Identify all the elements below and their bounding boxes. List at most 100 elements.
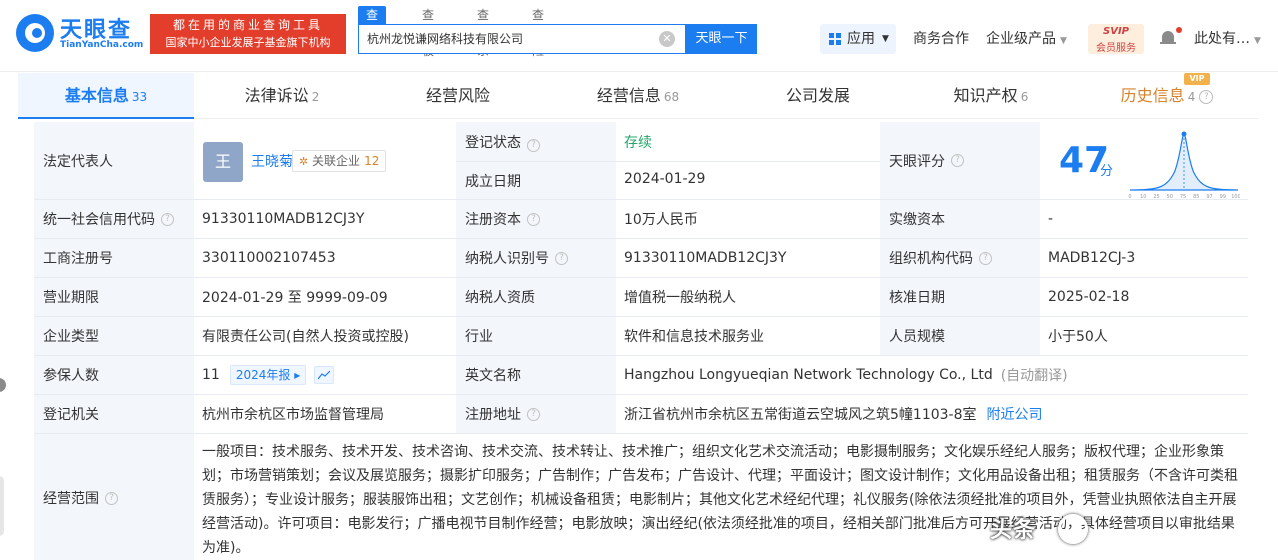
tab-operation[interactable]: 经营信息 68 [546,73,730,119]
annual-report-link[interactable]: 2024年报 ▸ [229,365,307,385]
address-value: 浙江省杭州市余杭区五常街道云空城风之筑5幢1103-8室 [624,407,977,423]
reg-capital-label-wrap: 注册资本? [456,200,616,238]
legal-rep-name[interactable]: 王晓菊 [251,151,293,171]
search-button[interactable]: 天眼一下 [686,24,757,54]
help-icon[interactable]: ? [527,139,540,152]
tab-count: 4 [1187,90,1196,104]
english-name-label: 英文名称 [456,356,616,394]
annual-report-label: 2024年报 [235,368,291,382]
company-type-value: 有限责任公司(自然人投资或控股) [202,329,409,345]
help-icon[interactable]: ? [105,491,118,505]
tab-risk[interactable]: 经营风险 [370,73,546,119]
staff-size-label: 人员规模 [880,317,1040,355]
clear-icon[interactable]: ✕ [659,31,675,47]
search-tab-risk[interactable]: 查风险 [524,6,552,58]
scope-label-wrap: 经营范围? [34,434,194,560]
related-companies-tag[interactable]: ✲ 关联企业 12 [292,150,387,172]
help-icon[interactable]: ? [555,251,568,265]
nav-business-cooperation[interactable]: 商务合作 [913,24,969,54]
reg-capital-label: 注册资本 [465,212,521,228]
address-label: 注册地址 [465,407,521,423]
tab-label: 公司发展 [785,86,850,105]
status-date-values: 存续 2024-01-29 [616,122,880,199]
insured-value: 11 [202,367,220,383]
nearby-companies-link[interactable]: 附近公司 [987,404,1043,424]
logo-eye-pupil [32,28,42,38]
tianyancha-logo[interactable]: 天眼查 TianYanCha.com [16,12,146,54]
side-handle[interactable] [0,378,6,392]
side-panel-edge [0,476,4,536]
term-value: 2024-01-29 至 9999-09-09 [202,290,388,306]
address-label-wrap: 注册地址? [456,395,616,433]
address-cell: 浙江省杭州市余杭区五常街道云空城风之筑5幢1103-8室 附近公司 [616,395,1248,433]
reg-capital-value: 10万人民币 [624,212,698,228]
tab-legal[interactable]: 法律诉讼 2 [194,73,370,119]
search-input-value[interactable]: 杭州龙悦谦网络科技有限公司 [367,25,523,53]
paid-capital-label: 实缴资本 [880,200,1040,238]
help-icon[interactable]: ? [527,212,540,226]
credit-code-label-wrap: 统一社会信用代码? [34,200,194,238]
related-count: 12 [364,154,380,168]
tab-development[interactable]: 公司发展 [730,73,906,119]
biz-reg-no-label: 工商注册号 [34,239,194,277]
taxpayer-id-label-wrap: 纳税人识别号? [456,239,616,277]
svip-label: SVIP [1103,26,1129,37]
help-icon[interactable]: ? [979,251,992,265]
insured-label: 参保人数 [34,356,194,394]
table-row: 营业期限 2024-01-29 至 9999-09-09 纳税人资质 增值税一般… [34,278,1248,317]
reg-status-label-wrap: 登记状态? [465,132,540,152]
user-menu[interactable]: 此处有… ▼ [1194,24,1261,56]
scope-value: 一般项目：技术服务、技术开发、技术咨询、技术交流、技术转让、技术推广；组织文化艺… [202,444,1238,556]
tab-label: 经营信息 [596,86,661,105]
tab-count: 68 [663,90,680,104]
taxpayer-qual-label: 纳税人资质 [456,278,616,316]
tab-label: 知识产权 [953,86,1018,105]
nav-enterprise-products[interactable]: 企业级产品 ▼ [986,24,1067,56]
taxpayer-id-value: 91330110MADB12CJ3Y [624,250,787,266]
caret-down-icon: ▼ [1060,36,1067,46]
search-tab-company[interactable]: 查公司 [358,6,387,58]
caret-down-icon: ▼ [1254,36,1261,46]
tab-history[interactable]: 历史信息 4? [1076,73,1258,119]
help-icon[interactable]: ? [527,407,540,421]
approve-date-value: 2025-02-18 [1048,289,1130,305]
search-tab-relation[interactable]: 查关系 [469,6,497,58]
svip-member-button[interactable]: SVIP 会员服务 [1088,24,1144,54]
tab-ip[interactable]: 知识产权 6 [906,73,1076,119]
found-date-label: 成立日期 [465,174,521,190]
english-name-value: Hangzhou Longyueqian Network Technology … [624,367,993,383]
approve-date-label: 核准日期 [880,278,1040,316]
search-input[interactable]: 杭州龙悦谦网络科技有限公司 ✕ [358,24,686,54]
help-icon[interactable]: ? [1199,89,1214,104]
avatar[interactable]: 王 [203,142,243,182]
tab-label: 经营风险 [425,86,490,105]
org-code-value: MADB12CJ-3 [1048,250,1136,266]
tab-label: 基本信息 [64,86,129,105]
grid-icon [829,33,841,45]
related-label: 关联企业 [312,154,361,168]
table-row: 企业类型 有限责任公司(自然人投资或控股) 行业 软件和信息技术服务业 人员规模… [34,317,1248,356]
trend-chart-icon[interactable] [314,366,335,384]
authority-label: 登记机关 [34,395,194,433]
help-icon[interactable]: ? [161,212,174,226]
found-date-value: 2024-01-29 [624,171,706,187]
insured-cell: 11 2024年报 ▸ [194,356,456,394]
bell-icon[interactable] [1160,27,1182,46]
staff-size-value: 小于50人 [1048,329,1108,345]
tab-count: 33 [131,90,148,104]
notification-dot [1176,27,1182,33]
user-name: 此处有… [1194,31,1250,47]
tab-label: 法律诉讼 [244,86,309,105]
company-type-label: 企业类型 [34,317,194,355]
scope-label: 经营范围 [43,491,99,507]
vip-tag: VIP [1184,73,1210,85]
score-distribution-chart: 0 10 25 50 75 85 97 99 100 [1128,131,1240,200]
english-name-cell: Hangzhou Longyueqian Network Technology … [616,356,1248,394]
tab-basic-info[interactable]: 基本信息 33 [18,73,194,119]
watermark-text: 头条 [990,518,1037,543]
apps-menu-button[interactable]: 应用 ▼ [820,24,896,54]
search-tab-boss[interactable]: 查老板 [414,6,442,58]
status-badge: 存续 [624,135,652,151]
score-unit: 分 [1100,164,1114,179]
taxpayer-qual-value: 增值税一般纳税人 [624,290,736,306]
